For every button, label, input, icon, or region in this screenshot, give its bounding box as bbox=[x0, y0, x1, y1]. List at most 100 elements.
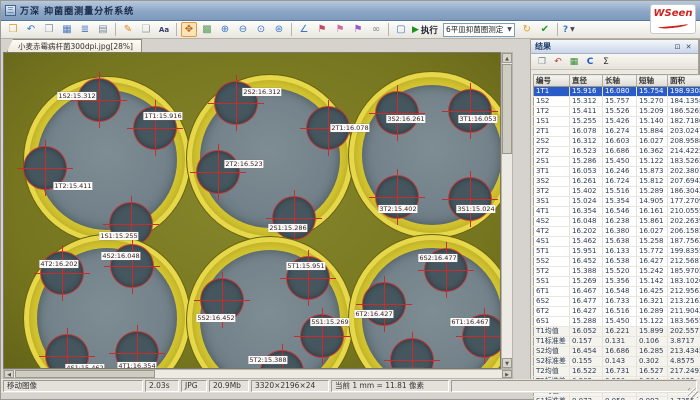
pin-panel-icon[interactable]: ⊡ bbox=[672, 41, 683, 52]
summary-row[interactable]: S1标准差0.0720.0580.0921.7355 bbox=[534, 397, 700, 400]
table-cell: 15.140 bbox=[637, 117, 668, 127]
table-row[interactable]: 2S216.31216.60316.027208.9588 bbox=[534, 137, 700, 147]
table-cell: 16.427 bbox=[637, 257, 668, 267]
table-cell: 15.450 bbox=[603, 157, 637, 167]
text-tool-icon[interactable]: Aa bbox=[156, 22, 172, 37]
table-row[interactable]: 1S115.25515.42615.140182.7180 bbox=[534, 117, 700, 127]
annotate-icon[interactable]: ❏ bbox=[138, 22, 154, 37]
pencil-icon[interactable]: ✎ bbox=[120, 22, 136, 37]
method-preset-dropdown[interactable]: 6平皿抑菌圈测定▼ bbox=[443, 23, 515, 37]
summary-row[interactable]: T1标准差0.1570.1310.1063.8717 bbox=[534, 337, 700, 347]
petri-dish-image[interactable]: 1S2:15.3121T1:15.9161T2:15.4111S1:15.255… bbox=[4, 53, 500, 368]
table-row[interactable]: 4T216.20216.38016.027206.1585 bbox=[534, 227, 700, 237]
table-row[interactable]: 4S216.04816.23815.861202.2639 bbox=[534, 217, 700, 227]
zone-measurement-label: 3S1:15.024 bbox=[456, 205, 495, 213]
table-cell: 186.5265 bbox=[668, 107, 700, 117]
table-row[interactable]: 6S115.28815.45015.122183.5655 bbox=[534, 317, 700, 327]
open-folder-icon[interactable]: ❒ bbox=[5, 22, 21, 37]
clear-result-icon[interactable]: C bbox=[583, 55, 597, 68]
table-row[interactable]: 2S115.28615.45015.122183.5265 bbox=[534, 157, 700, 167]
table-row[interactable]: 5T215.38815.52015.242185.9705 bbox=[534, 267, 700, 277]
scroll-down-button[interactable]: ▼ bbox=[502, 358, 512, 368]
table-row[interactable]: 6T116.46716.54816.425212.9563 bbox=[534, 287, 700, 297]
table-row[interactable]: 6S216.47716.73316.321213.2163 bbox=[534, 297, 700, 307]
table-row[interactable]: 1T115.91616.08015.754198.9308 bbox=[534, 87, 700, 97]
table-row[interactable]: 3S115.02415.35414.905177.2709 bbox=[534, 197, 700, 207]
summary-row[interactable]: S2均值16.45416.68616.285213.4345 bbox=[534, 347, 700, 357]
method-preset-value: 6平皿抑菌圈测定 bbox=[446, 24, 503, 35]
run-button[interactable]: ▶执行 bbox=[412, 24, 438, 36]
table-cell: 16.467 bbox=[570, 287, 603, 297]
column-header[interactable]: 编号 bbox=[534, 75, 570, 87]
summary-row[interactable]: S2标准差0.1550.1430.3024.8575 bbox=[534, 357, 700, 367]
zone-measurement-label: 6T1:16.467 bbox=[450, 318, 489, 326]
summary-row[interactable]: T2均值16.52216.73116.527217.2493 bbox=[534, 367, 700, 377]
table-cell: 16.362 bbox=[637, 147, 668, 157]
save-result-icon[interactable]: ▦ bbox=[567, 55, 581, 68]
window-icon[interactable]: 三 bbox=[5, 5, 16, 16]
refresh-icon[interactable]: ↻ bbox=[519, 22, 535, 37]
close-panel-icon[interactable]: ✕ bbox=[683, 41, 694, 52]
table-row[interactable]: 1S215.31215.75715.270184.1358 bbox=[534, 97, 700, 107]
table-row[interactable]: 3T116.05316.24615.873202.3801 bbox=[534, 167, 700, 177]
table-cell: 2T2 bbox=[534, 147, 570, 157]
zoom-fit-icon[interactable]: ⊛ bbox=[271, 22, 287, 37]
export-result-icon[interactable]: ❐ bbox=[535, 55, 549, 68]
table-cell: 15.411 bbox=[570, 107, 603, 117]
back-icon[interactable]: ↶ bbox=[23, 22, 39, 37]
column-header[interactable]: 直径 bbox=[570, 75, 603, 87]
table-cell: 16.080 bbox=[603, 87, 637, 97]
scroll-up-button[interactable]: ▲ bbox=[502, 53, 512, 63]
save-all-icon[interactable]: ≣ bbox=[77, 22, 93, 37]
scroll-right-button[interactable]: ▶ bbox=[502, 370, 512, 378]
summary-row[interactable]: T1均值16.05216.22115.899202.5571 bbox=[534, 327, 700, 337]
screen-icon[interactable]: ▢ bbox=[393, 22, 409, 37]
apply-check-icon[interactable]: ✔ bbox=[537, 22, 553, 37]
marker-pink-icon[interactable]: ⚑ bbox=[332, 22, 348, 37]
table-row[interactable]: 3S216.26116.72415.812207.6942 bbox=[534, 177, 700, 187]
hand-tool-icon[interactable]: ✥ bbox=[181, 22, 197, 37]
column-header[interactable]: 面积 bbox=[668, 75, 700, 87]
table-cell: 16.477 bbox=[570, 297, 603, 307]
table-row[interactable]: 4S115.46215.63815.258187.7562 bbox=[534, 237, 700, 247]
table-row[interactable]: 1T215.41115.52615.209186.5265 bbox=[534, 107, 700, 117]
sum-result-icon[interactable]: Σ bbox=[599, 55, 613, 68]
print-icon[interactable]: ▤ bbox=[95, 22, 111, 37]
inhibition-zone-marker bbox=[449, 178, 491, 220]
calibrate-icon[interactable]: ∠ bbox=[296, 22, 312, 37]
vertical-scroll-thumb[interactable] bbox=[502, 64, 512, 154]
marker-purple-icon[interactable]: ⚑ bbox=[350, 22, 366, 37]
save-icon[interactable]: ▦ bbox=[59, 22, 75, 37]
column-header[interactable]: 长轴 bbox=[603, 75, 637, 87]
resize-grip[interactable] bbox=[688, 388, 698, 398]
image-icon[interactable]: ▩ bbox=[199, 22, 215, 37]
table-cell: 15.312 bbox=[570, 97, 603, 107]
table-cell: 15.916 bbox=[570, 87, 603, 97]
table-row[interactable]: 3T215.40215.51615.289186.3042 bbox=[534, 187, 700, 197]
link-icon[interactable]: ∞ bbox=[368, 22, 384, 37]
table-cell: 15.520 bbox=[603, 267, 637, 277]
table-row[interactable]: 5T115.95116.13315.772199.8355 bbox=[534, 247, 700, 257]
table-row[interactable]: 5S115.26915.35615.142183.1020 bbox=[534, 277, 700, 287]
play-icon: ▶ bbox=[412, 25, 419, 35]
document-tab[interactable]: 小麦赤霉病杆菌300dpi.jpg[28%] bbox=[7, 39, 142, 52]
table-cell: 16.686 bbox=[603, 147, 637, 157]
horizontal-scroll-thumb[interactable] bbox=[15, 370, 155, 378]
zoom-out-icon[interactable]: ⊖ bbox=[235, 22, 251, 37]
scroll-left-button[interactable]: ◀ bbox=[4, 370, 14, 378]
table-row[interactable]: 2T116.07816.27415.884203.0247 bbox=[534, 127, 700, 137]
zoom-in-icon[interactable]: ⊕ bbox=[217, 22, 233, 37]
table-row[interactable]: 5S216.45216.53816.427212.5687 bbox=[534, 257, 700, 267]
table-row[interactable]: 4T116.35416.54616.161210.0555 bbox=[534, 207, 700, 217]
undo-result-icon[interactable]: ↶ bbox=[551, 55, 565, 68]
column-header[interactable]: 短轴 bbox=[637, 75, 668, 87]
zoom-actual-icon[interactable]: ⊙ bbox=[253, 22, 269, 37]
help-button[interactable]: ?▼ bbox=[563, 25, 575, 35]
table-row[interactable]: 6T216.42716.51616.289211.9042 bbox=[534, 307, 700, 317]
table-cell: 208.9588 bbox=[668, 137, 700, 147]
marker-red-icon[interactable]: ⚑ bbox=[314, 22, 330, 37]
table-cell: S2均值 bbox=[534, 347, 570, 357]
table-row[interactable]: 2T216.52316.68616.362214.4225 bbox=[534, 147, 700, 157]
copy-icon[interactable]: ❐ bbox=[41, 22, 57, 37]
viewer-horizontal-scrollbar: ◀ ▶ bbox=[3, 369, 513, 379]
